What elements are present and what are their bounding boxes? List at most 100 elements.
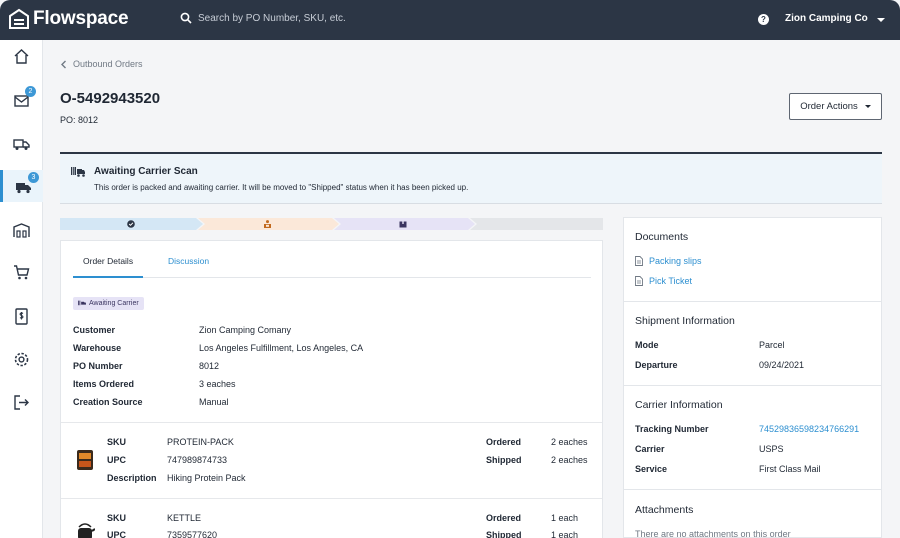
truck-scan-icon <box>71 167 85 177</box>
chevron-down-icon[interactable] <box>877 18 885 22</box>
search-icon <box>180 12 192 24</box>
tab-discussion[interactable]: Discussion <box>168 256 209 266</box>
item-upc-label: UPC <box>107 455 127 465</box>
item-upc: 747989874733 <box>167 455 228 465</box>
pick-ticket-label[interactable]: Pick Ticket <box>649 276 692 286</box>
detail-value-creation-source: Manual <box>199 397 229 407</box>
account-name[interactable]: Zion Camping Co <box>785 13 868 24</box>
departure-label: Departure <box>635 360 678 370</box>
warehouse-icon <box>9 8 29 29</box>
search-input[interactable] <box>198 12 458 24</box>
tab-bar: Order Details Discussion <box>73 241 591 278</box>
detail-label-po-number: PO Number <box>73 361 123 371</box>
tracking-number-label: Tracking Number <box>635 424 709 434</box>
order-details-card: Order Details Discussion Awaiting Carrie… <box>60 240 603 538</box>
item-shipped-label: Shipped <box>486 455 522 465</box>
item-shipped-value: 1 each <box>551 530 579 538</box>
question-circle-icon[interactable]: ? <box>758 14 769 25</box>
check-circle-icon <box>127 220 135 228</box>
item-ordered-value: 1 each <box>551 513 579 523</box>
breadcrumb[interactable]: Outbound Orders <box>60 59 143 69</box>
page-title: O-5492943520 <box>60 90 161 107</box>
item-sku: KETTLE <box>167 513 202 523</box>
item-sku-label: SKU <box>107 513 127 523</box>
logout-icon <box>14 394 29 410</box>
documents-heading: Documents <box>635 231 689 243</box>
detail-label-creation-source: Creation Source <box>73 397 143 407</box>
notification-badge: 3 <box>28 172 39 183</box>
logo-text: Flowspace <box>33 8 129 29</box>
shipment-heading: Shipment Information <box>635 315 735 327</box>
detail-value-warehouse: Los Angeles Fulfillment, Los Angeles, CA <box>199 343 364 353</box>
packer-icon <box>264 220 271 228</box>
order-info-card: Documents Packing slips Pick Ticket Ship… <box>623 217 882 538</box>
packing-slips-label[interactable]: Packing slips <box>649 256 702 266</box>
sidebar-item-inbound[interactable] <box>0 127 43 159</box>
home-icon <box>14 48 29 64</box>
sidebar-item-billing[interactable] <box>0 300 43 332</box>
status-badge: Awaiting Carrier <box>73 297 144 310</box>
divider <box>61 498 602 499</box>
chevron-down-icon <box>864 105 871 108</box>
top-bar: Flowspace ? Zion Camping Co <box>0 0 900 40</box>
service-label: Service <box>635 464 668 474</box>
item-ordered-label: Ordered <box>486 437 522 447</box>
order-actions-button[interactable]: Order Actions <box>789 93 882 120</box>
sidebar-item-settings[interactable] <box>0 343 43 375</box>
banner-title: Awaiting Carrier Scan <box>94 166 198 177</box>
item-upc-label: UPC <box>107 530 127 538</box>
kettle-icon <box>78 523 95 538</box>
order-progress-bar <box>60 218 603 230</box>
item-shipped-label: Shipped <box>486 530 522 538</box>
order-actions-label: Order Actions <box>800 101 858 112</box>
sidebar-item-warehouse[interactable] <box>0 214 43 246</box>
detail-label-items-ordered: Items Ordered <box>73 379 135 389</box>
detail-value-items-ordered: 3 eaches <box>199 379 236 389</box>
item-shipped-value: 2 eaches <box>551 455 588 465</box>
mode-label: Mode <box>635 340 659 350</box>
warehouse-icon <box>13 222 30 238</box>
tab-order-details[interactable]: Order Details <box>83 256 133 266</box>
protein-pack-icon <box>77 450 93 470</box>
pick-ticket-link[interactable]: Pick Ticket <box>635 276 692 286</box>
sidebar-item-messages[interactable]: 2 <box>0 84 43 116</box>
attachments-heading: Attachments <box>635 504 694 516</box>
sidebar-item-logout[interactable] <box>0 386 43 418</box>
item-ordered-value: 2 eaches <box>551 437 588 447</box>
section-divider <box>624 489 881 490</box>
tracking-number-link[interactable]: 74529836598234766291 <box>759 424 859 434</box>
document-icon <box>635 276 643 286</box>
item-description: Hiking Protein Pack <box>167 473 246 483</box>
carrier-value: USPS <box>759 444 784 454</box>
logo[interactable]: Flowspace <box>9 8 129 30</box>
truck-scan-icon <box>78 300 86 306</box>
detail-value-po-number: 8012 <box>199 361 220 371</box>
status-badge-label: Awaiting Carrier <box>89 300 139 307</box>
carrier-label: Carrier <box>635 444 665 454</box>
sidebar: 2 3 <box>0 40 43 538</box>
document-icon <box>635 256 643 266</box>
departure-value: 09/24/2021 <box>759 360 805 370</box>
truck-inbound-icon <box>13 138 30 150</box>
packing-slips-link[interactable]: Packing slips <box>635 256 702 266</box>
section-divider <box>624 385 881 386</box>
sidebar-item-outbound[interactable]: 3 <box>0 170 43 202</box>
sidebar-item-home[interactable] <box>0 40 43 72</box>
item-upc: 7359577620 <box>167 530 218 538</box>
item-ordered-label: Ordered <box>486 513 522 523</box>
box-icon <box>399 221 407 228</box>
cart-icon <box>14 264 30 279</box>
item-sku: PROTEIN-PACK <box>167 437 234 447</box>
search-bar[interactable] <box>180 12 458 24</box>
breadcrumb-link[interactable]: Outbound Orders <box>73 59 143 69</box>
po-number: PO: 8012 <box>60 115 99 125</box>
sidebar-item-orders[interactable] <box>0 256 43 288</box>
notification-badge: 2 <box>25 86 36 97</box>
active-tab-indicator <box>73 276 143 278</box>
chevron-left-icon <box>61 60 66 68</box>
detail-label-warehouse: Warehouse <box>73 343 122 353</box>
divider <box>61 422 602 423</box>
detail-value-customer: Zion Camping Comany <box>199 325 292 335</box>
progress-track <box>60 218 603 230</box>
mode-value: Parcel <box>759 340 785 350</box>
